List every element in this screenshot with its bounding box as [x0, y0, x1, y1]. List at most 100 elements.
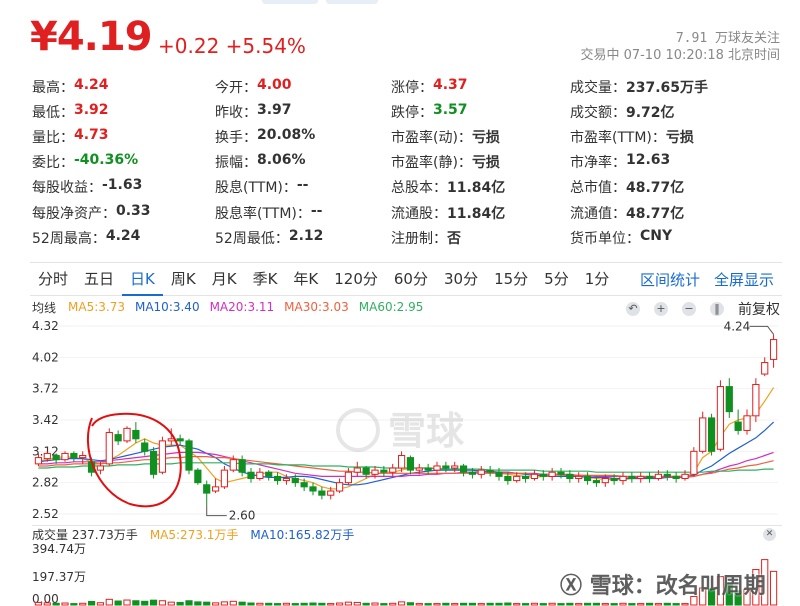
- stat-cell: 量比： 4.73: [32, 127, 215, 147]
- candle[interactable]: [389, 463, 397, 477]
- candle[interactable]: [344, 468, 353, 485]
- followers-count[interactable]: 7.91 万球友关注: [580, 30, 780, 47]
- candle[interactable]: [725, 378, 733, 418]
- candle[interactable]: [433, 461, 441, 475]
- candle[interactable]: [716, 380, 725, 452]
- candle[interactable]: [761, 357, 769, 377]
- tab-11[interactable]: 5分: [536, 262, 577, 296]
- pause-icon[interactable]: ‖: [710, 302, 724, 316]
- candle[interactable]: [132, 422, 140, 443]
- candle[interactable]: [353, 461, 361, 477]
- stat-label: 换手：: [215, 129, 257, 146]
- candle[interactable]: [734, 409, 742, 435]
- candle[interactable]: [309, 482, 317, 496]
- candle[interactable]: [486, 465, 494, 477]
- candle[interactable]: [406, 455, 415, 475]
- volume-bar: [459, 602, 468, 606]
- candle[interactable]: [637, 472, 645, 483]
- zoom-in-icon[interactable]: +: [654, 302, 668, 316]
- undo-icon[interactable]: ↶: [626, 302, 640, 316]
- ma-legend-item: MA30:3.03: [284, 300, 349, 314]
- candle[interactable]: [247, 468, 255, 483]
- stat-value: 4.37: [433, 76, 468, 93]
- stat-cell: 跌停： 3.57: [391, 102, 570, 122]
- candle[interactable]: [141, 438, 149, 456]
- candle-body: [300, 482, 308, 488]
- candle[interactable]: [318, 486, 326, 500]
- candle[interactable]: [220, 465, 229, 489]
- candle-body: [61, 452, 69, 461]
- tab-7[interactable]: 120分: [326, 262, 386, 296]
- candle[interactable]: [566, 470, 574, 483]
- candle[interactable]: [530, 470, 539, 481]
- candle-body: [672, 475, 680, 479]
- stat-cell: 股息率(TTM)： --: [215, 203, 391, 223]
- fullscreen-link[interactable]: 全屏显示: [714, 269, 774, 290]
- candle[interactable]: [699, 411, 707, 454]
- candle[interactable]: [459, 463, 468, 477]
- tab-12[interactable]: 1分: [577, 262, 618, 296]
- candle[interactable]: [575, 472, 583, 483]
- candle[interactable]: [690, 447, 698, 477]
- stats-row: 每股收益： -1.63 股息(TTM)： -- 总股本： 11.84亿 总市值： 48.77亿: [32, 175, 792, 200]
- candle[interactable]: [176, 434, 184, 446]
- candle[interactable]: [61, 451, 69, 462]
- candle[interactable]: [743, 409, 751, 435]
- tab-9[interactable]: 30分: [436, 262, 486, 296]
- candle[interactable]: [149, 447, 158, 479]
- candle[interactable]: [203, 480, 211, 506]
- range-stats-link[interactable]: 区间统计: [640, 269, 700, 290]
- stat-cell: 最高： 4.24: [32, 77, 215, 97]
- ma-line-ma60: [38, 462, 774, 473]
- stats-row: 最低： 3.92 昨收： 3.97 跌停： 3.57 成交额： 9.72亿: [32, 99, 792, 124]
- candle-body: [707, 417, 716, 452]
- bottom-watermark: Ⓧ 雪球：改名叫周期: [560, 568, 766, 600]
- volume-bar: [592, 602, 601, 606]
- candle-body: [149, 450, 158, 475]
- candle-body: [548, 471, 556, 477]
- candle-body: [761, 362, 769, 375]
- tab-8[interactable]: 60分: [386, 262, 436, 296]
- candle[interactable]: [769, 334, 778, 368]
- tab-3[interactable]: 周K: [163, 262, 204, 296]
- candle-body: [238, 459, 246, 473]
- candle[interactable]: [707, 413, 716, 456]
- candle[interactable]: [105, 428, 113, 466]
- tab-5[interactable]: 季K: [245, 262, 286, 296]
- candle[interactable]: [185, 438, 193, 475]
- close-volume-icon[interactable]: ✕: [763, 528, 776, 541]
- candle[interactable]: [123, 426, 131, 443]
- tab-4[interactable]: 月K: [204, 262, 245, 296]
- candle[interactable]: [477, 465, 485, 479]
- y-tick-label: 3.72: [32, 382, 59, 396]
- candle[interactable]: [114, 430, 122, 446]
- candle[interactable]: [194, 468, 202, 485]
- stat-value: 亏损: [471, 155, 500, 172]
- volume-bar: [486, 602, 494, 606]
- candle[interactable]: [645, 472, 654, 483]
- candlestick-chart[interactable]: 4.324.023.723.423.122.822.52雪球4.242.60: [0, 316, 800, 522]
- candle[interactable]: [158, 436, 167, 475]
- tab-1[interactable]: 五日: [76, 262, 122, 296]
- candle[interactable]: [70, 451, 78, 462]
- candle[interactable]: [672, 472, 680, 483]
- tab-6[interactable]: 年K: [285, 262, 326, 296]
- tab-2[interactable]: 日K: [122, 262, 163, 296]
- candle[interactable]: [752, 378, 760, 423]
- candle-body: [167, 438, 175, 442]
- candle-body: [424, 467, 432, 471]
- candle[interactable]: [256, 468, 264, 481]
- tab-0[interactable]: 分时: [30, 262, 76, 296]
- tab-10[interactable]: 15分: [486, 262, 536, 296]
- volume-y-tick: 394.74万: [32, 543, 86, 556]
- candle[interactable]: [211, 478, 220, 494]
- stat-cell: 市盈率(TTM)： 亏损: [570, 127, 792, 147]
- candle-body: [203, 484, 211, 494]
- zoom-out-icon[interactable]: −: [682, 302, 696, 316]
- stats-row: 委比： -40.36% 振幅： 8.06% 市盈率(静)： 亏损 市净率： 12.63: [32, 150, 792, 175]
- candle[interactable]: [335, 478, 344, 494]
- candle[interactable]: [628, 472, 636, 483]
- volume-bar: [318, 602, 326, 606]
- candle-body: [566, 473, 574, 479]
- candle[interactable]: [548, 468, 556, 481]
